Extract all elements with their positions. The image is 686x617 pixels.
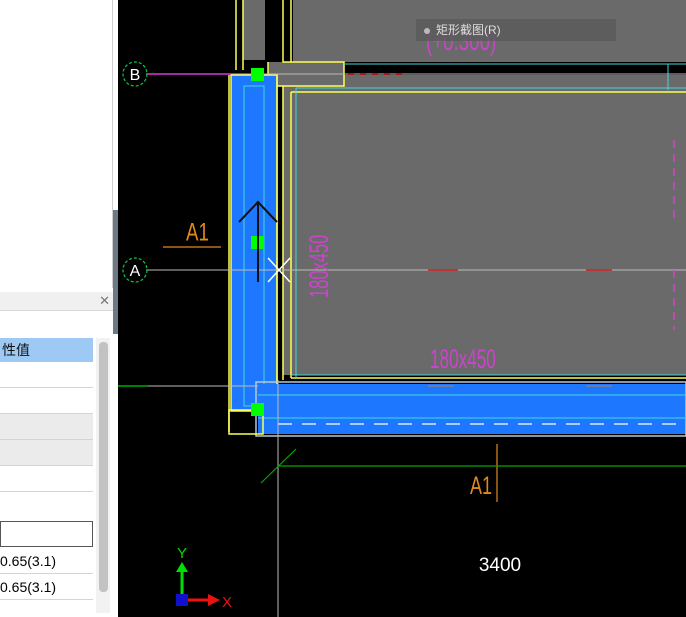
axis-label-b: B — [130, 67, 141, 84]
property-row[interactable] — [0, 466, 93, 492]
wall-stub — [243, 0, 265, 60]
property-row[interactable]: 0.65(3.1) — [0, 574, 93, 600]
ucs-x-label: X — [222, 594, 232, 611]
properties-scroll-thumb[interactable] — [99, 342, 108, 592]
horizontal-beam[interactable] — [258, 384, 686, 434]
property-edit-field[interactable] — [0, 521, 93, 547]
dimension-value: 3400 — [479, 555, 521, 576]
close-icon[interactable]: ✕ — [99, 293, 110, 309]
property-row[interactable] — [0, 440, 93, 466]
context-menu-label: 矩形截图(R) — [436, 23, 501, 37]
column-size-vertical: 180x450 — [304, 235, 334, 298]
beam-label-bottom: A1 — [470, 471, 492, 500]
property-row[interactable] — [0, 362, 93, 388]
properties-titlebar: ✕ — [0, 292, 118, 311]
left-panel: ✕ 性值 0.65(3.1) 0.65(3.1) — [0, 0, 118, 617]
beam-label-left: A1 — [186, 218, 209, 246]
property-value-header: 性值 — [0, 338, 93, 362]
property-row[interactable]: 0.65(3.1) — [0, 548, 93, 574]
bullet-icon — [424, 27, 430, 34]
component-tree-panel[interactable] — [0, 0, 113, 288]
column-size-horizontal: 180x450 — [430, 344, 496, 374]
ucs-x-arrow — [208, 594, 220, 606]
ucs-origin — [176, 594, 188, 606]
grip-handle[interactable] — [251, 403, 264, 416]
property-row[interactable] — [0, 414, 93, 440]
context-menu-item[interactable]: 矩形截图(R) — [416, 19, 616, 41]
ucs-y-arrow — [176, 562, 188, 572]
property-row[interactable] — [0, 388, 93, 414]
grip-handle[interactable] — [251, 68, 264, 81]
ucs-y-label: Y — [177, 545, 187, 562]
properties-panel: ✕ 性值 0.65(3.1) 0.65(3.1) — [0, 292, 118, 617]
drawing-svg[interactable]: B A A1 180x450 180x450 (+0.300) A1 3400 — [118, 0, 686, 617]
drawing-canvas[interactable]: B A A1 180x450 180x450 (+0.300) A1 3400 — [118, 0, 686, 617]
axis-label-a: A — [130, 263, 141, 280]
slab-region — [283, 75, 686, 375]
